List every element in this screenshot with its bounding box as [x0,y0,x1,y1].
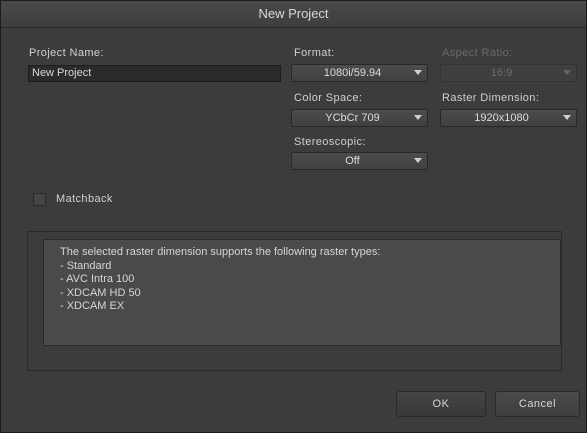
chevron-down-icon [414,158,422,163]
aspect-ratio-label: Aspect Ratio: [442,47,513,59]
cancel-button[interactable]: Cancel [495,391,580,417]
raster-dimension-label: Raster Dimension: [442,92,540,104]
chevron-down-icon [563,70,571,75]
list-item: - AVC Intra 100 [60,273,135,285]
new-project-dialog: New Project Project Name: New Project Fo… [0,0,587,433]
list-item: - XDCAM EX [60,300,125,312]
format-value: 1080i/59.94 [323,67,382,79]
aspect-ratio-dropdown: 16:9 [440,64,577,82]
color-space-value: YCbCr 709 [325,112,380,124]
dialog-title: New Project [1,1,586,28]
matchback-label: Matchback [56,193,113,205]
matchback-checkbox[interactable] [33,193,46,206]
chevron-down-icon [563,115,571,120]
ok-button[interactable]: OK [396,391,486,417]
stereoscopic-value: Off [345,155,360,167]
color-space-dropdown[interactable]: YCbCr 709 [291,109,428,127]
stereoscopic-dropdown[interactable]: Off [291,152,428,170]
format-dropdown[interactable]: 1080i/59.94 [291,64,428,82]
project-name-field[interactable]: New Project [28,65,281,82]
list-item: - XDCAM HD 50 [60,286,141,299]
chevron-down-icon [414,70,422,75]
stereoscopic-label: Stereoscopic: [294,136,366,148]
list-item: - Standard [60,259,112,272]
aspect-ratio-value: 16:9 [490,67,513,79]
color-space-label: Color Space: [294,92,363,104]
raster-types-info: The selected raster dimension supports t… [43,239,561,346]
raster-dimension-dropdown[interactable]: 1920x1080 [440,109,577,127]
format-label: Format: [294,47,335,59]
project-name-label: Project Name: [29,47,104,59]
chevron-down-icon [414,115,422,120]
info-heading: The selected raster dimension supports t… [60,246,381,258]
raster-dimension-value: 1920x1080 [474,112,529,124]
